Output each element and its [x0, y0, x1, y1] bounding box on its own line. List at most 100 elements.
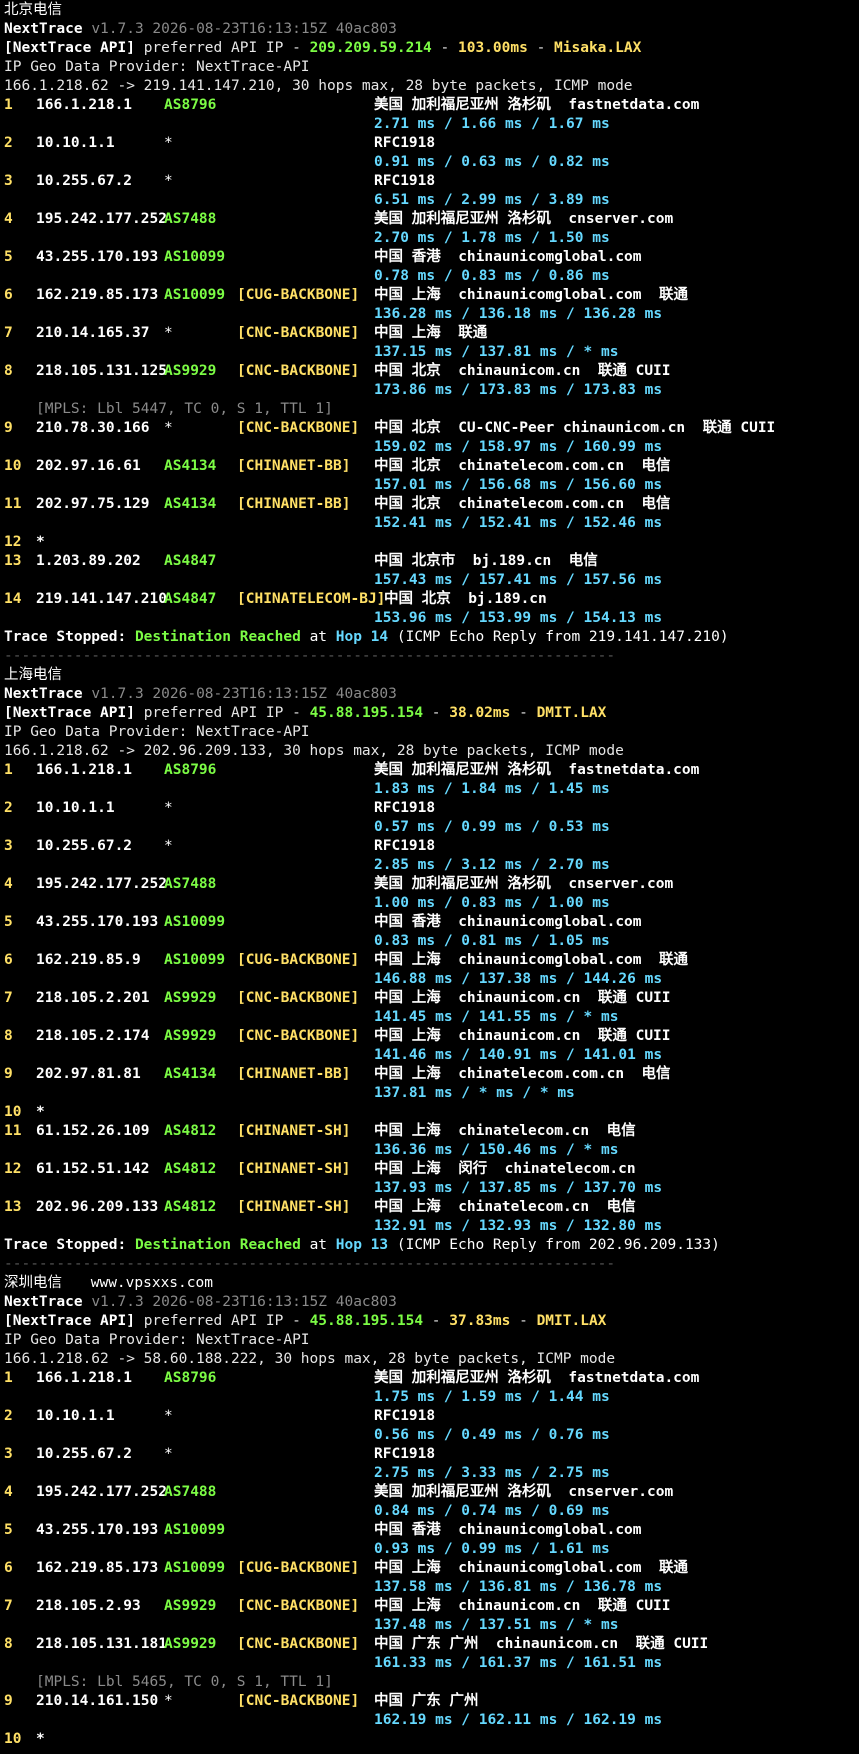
hop-rtt: 137.48 ms / 137.51 ms / * ms	[374, 1617, 619, 1633]
api-dash: -	[536, 40, 555, 56]
geo-provider: IP Geo Data Provider: NextTrace-API	[4, 1332, 310, 1348]
hop-as: *	[164, 800, 173, 816]
hop-number: 14	[4, 591, 22, 607]
hop-rtt-row: 1.83 ms / 1.84 ms / 1.45 ms	[4, 780, 859, 799]
hop-ip: 162.219.85.173	[36, 1560, 159, 1576]
version-text: NextTrace v1.7.3 2026-08-23T16:13:15Z 40…	[4, 20, 397, 39]
separator-line: ----------------------------------------…	[4, 1255, 859, 1274]
api-dash: -	[431, 1313, 450, 1329]
hop-ip: 166.1.218.1	[36, 762, 133, 778]
hop-rtt: 137.93 ms / 137.85 ms / 137.70 ms	[374, 1180, 663, 1196]
hop-number: 9	[4, 1066, 13, 1082]
api-dash: -	[519, 1313, 537, 1329]
hop-number: 10	[4, 1104, 22, 1120]
hop-row: 11 202.97.75.129 AS4134 [CHINANET-BB] 中国 北京 …	[4, 495, 859, 514]
hop-row: 4 195.242.177.252 AS7488 美国 加利福尼亚州 洛杉矶 cnse…	[4, 1483, 859, 1502]
hop-rtt: 2.71 ms / 1.66 ms / 1.67 ms	[374, 116, 610, 132]
api-line: [NextTrace API] preferred API IP - 209.2…	[4, 39, 859, 58]
api-ms: 37.83ms	[449, 1313, 520, 1329]
hop-geo: RFC1918	[374, 838, 436, 854]
hop-backbone-tag: [CNC-BACKBONE]	[237, 1598, 360, 1614]
hop-row: 9 210.78.30.166 * [CNC-BACKBONE] 中国 北京 CU-CN…	[4, 419, 859, 438]
hop-as: *	[164, 135, 173, 151]
hop-row: 6 162.219.85.9 AS10099 [CUG-BACKBONE] 中国 上海 …	[4, 951, 859, 970]
hop-backbone-tag: [CNC-BACKBONE]	[237, 325, 360, 341]
hop-row: 2 10.10.1.1 * RFC1918	[4, 134, 859, 153]
hop-host: cnserver.com	[550, 1484, 674, 1500]
terminal-output: 北京电信 NextTrace v1.7.3 2026-08-23T16:13:1…	[0, 0, 859, 1754]
hop-host: bj.189.cn	[450, 591, 547, 607]
hop-ip: 202.97.16.61	[36, 458, 141, 474]
version-line: NextTrace v1.7.3 2026-08-23T16:13:15Z 40…	[4, 1293, 859, 1312]
hop-rtt-row: 161.33 ms / 161.37 ms / 161.51 ms	[4, 1654, 859, 1673]
hop-rtt-row: 2.70 ms / 1.78 ms / 1.50 ms	[4, 229, 859, 248]
hop-row: 14 219.141.147.210 AS4847 [CHINATELECOM-BJ]…	[4, 590, 859, 609]
hop-ip: 1.203.89.202	[36, 553, 141, 569]
hop-ip: 10.255.67.2	[36, 838, 133, 854]
hop-row: 3 10.255.67.2 * RFC1918	[4, 837, 859, 856]
hop-as: AS7488	[164, 211, 217, 227]
hop-number: 5	[4, 914, 13, 930]
app-name: NextTrace	[4, 1294, 92, 1310]
api-dash: -	[431, 705, 450, 721]
api-text-line: [NextTrace API] preferred API IP - 45.88…	[4, 704, 606, 723]
hop-number: 6	[4, 287, 13, 303]
hop-geo: 中国 香港 chinaunicomglobal.com	[374, 1522, 642, 1538]
hop-number: 7	[4, 325, 13, 341]
hop-geo: 中国 香港 chinaunicomglobal.com	[374, 914, 642, 930]
stop-label: Trace Stopped:	[4, 629, 135, 645]
hop-host: chinatelecom.cn	[487, 1161, 636, 1177]
api-node: DMIT.LAX	[536, 1313, 607, 1329]
hop-geo: 中国 广东 广州 chinaunicom.cn 联通 CUII	[374, 1636, 709, 1652]
separator-line: ----------------------------------------…	[4, 647, 859, 666]
hop-backbone-tag: [CHINANET-SH]	[237, 1161, 351, 1177]
hop-ip: 10.255.67.2	[36, 173, 133, 189]
hop-as: AS9929	[164, 1636, 217, 1652]
hop-geo: 美国 加利福尼亚州 洛杉矶 cnserver.com	[374, 1484, 674, 1500]
hop-as: AS10099	[164, 952, 226, 968]
api-ms: 38.02ms	[449, 705, 520, 721]
hop-timeout: *	[36, 534, 45, 550]
hop-rtt: 136.28 ms / 136.18 ms / 136.28 ms	[374, 306, 663, 322]
hop-row: 10 *	[4, 1103, 859, 1122]
hop-geo: 中国 北京 bj.189.cn	[384, 591, 547, 607]
hop-host: chinatelecom.com.cn 电信	[440, 496, 671, 512]
hop-as: AS10099	[164, 914, 226, 930]
hop-as: *	[164, 173, 173, 189]
trace-header-line: 166.1.218.62 -> 219.141.147.210, 30 hops…	[4, 77, 859, 96]
hop-host: cnserver.com	[550, 876, 674, 892]
api-dash: -	[519, 705, 537, 721]
trace-header-line: 166.1.218.62 -> 58.60.188.222, 30 hops m…	[4, 1350, 859, 1369]
hop-as: AS9929	[164, 1028, 217, 1044]
hop-geo: 中国 上海 chinatelecom.cn 电信	[374, 1199, 636, 1215]
hop-ip: 210.14.165.37	[36, 325, 150, 341]
hop-geo: 美国 加利福尼亚州 洛杉矶 cnserver.com	[374, 876, 674, 892]
hop-row: 9 202.97.81.81 AS4134 [CHINANET-BB] 中国 上海 ch…	[4, 1065, 859, 1084]
hop-backbone-tag: [CHINANET-SH]	[237, 1123, 351, 1139]
hop-number: 13	[4, 1199, 22, 1215]
hop-ip: 195.242.177.252	[36, 1484, 167, 1500]
hop-host: chinatelecom.com.cn 电信	[440, 458, 671, 474]
hop-rtt: 0.84 ms / 0.74 ms / 0.69 ms	[374, 1503, 610, 1519]
hop-rtt-row: 173.86 ms / 173.83 ms / 173.83 ms	[4, 381, 859, 400]
hop-backbone-tag: [CUG-BACKBONE]	[237, 287, 360, 303]
hop-row: 10 *	[4, 1730, 859, 1749]
hop-row: 8 218.105.131.181 AS9929 [CNC-BACKBONE] 中国 广…	[4, 1635, 859, 1654]
hop-geo: 中国 上海 chinaunicomglobal.com 联通	[374, 952, 688, 968]
hop-backbone-tag: [CNC-BACKBONE]	[237, 1636, 360, 1652]
api-tag: [NextTrace API]	[4, 1313, 144, 1329]
hop-backbone-tag: [CHINANET-SH]	[237, 1199, 351, 1215]
hop-rtt: 137.15 ms / 137.81 ms / * ms	[374, 344, 619, 360]
hop-row: 1 166.1.218.1 AS8796 美国 加利福尼亚州 洛杉矶 fastnetd…	[4, 761, 859, 780]
hop-ip: 218.105.131.125	[36, 363, 167, 379]
title-label: 深圳电信	[4, 1275, 71, 1291]
hop-rtt: 137.81 ms / * ms / * ms	[374, 1085, 575, 1101]
hop-number: 2	[4, 135, 13, 151]
trace-header: 166.1.218.62 -> 58.60.188.222, 30 hops m…	[4, 1351, 616, 1367]
hop-geo: RFC1918	[374, 135, 436, 151]
api-line: [NextTrace API] preferred API IP - 45.88…	[4, 1312, 859, 1331]
hop-rtt-row: 153.96 ms / 153.99 ms / 154.13 ms	[4, 609, 859, 628]
section-title: 上海电信	[4, 666, 859, 685]
hop-row: 6 162.219.85.173 AS10099 [CUG-BACKBONE] 中国 上…	[4, 286, 859, 305]
hop-rtt: 141.46 ms / 140.91 ms / 141.01 ms	[374, 1047, 663, 1063]
